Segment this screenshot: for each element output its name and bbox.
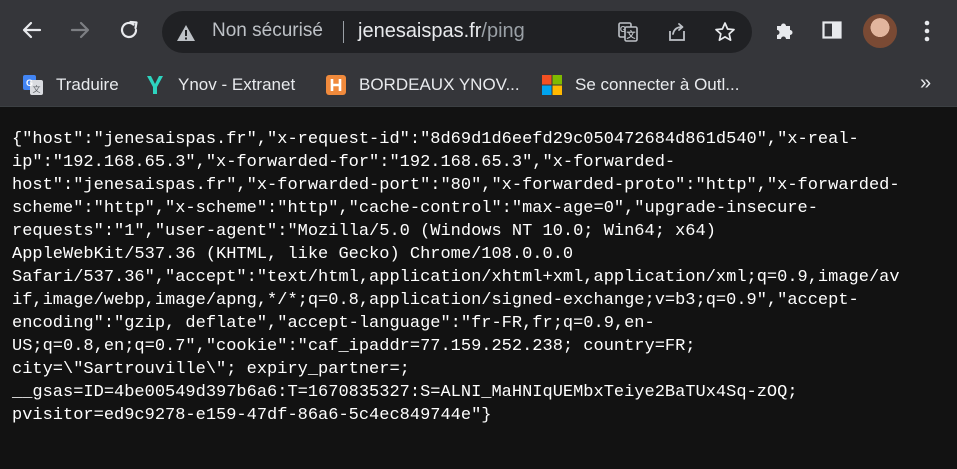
response-line: scheme":"http","x-scheme":"http","cache-…: [12, 199, 818, 218]
bookmark-label: Ynov - Extranet: [178, 75, 296, 94]
url-host: jenesaispas.fr: [358, 20, 482, 42]
bookmark-traduire[interactable]: G 文 Traduire: [22, 71, 119, 99]
forward-button[interactable]: [62, 12, 98, 48]
response-line: pvisitor=ed9c9278-e159-47df-86a6-5c4ec84…: [12, 406, 492, 425]
address-bar[interactable]: Non sécurisé jenesaispas.fr/ping 文 G: [162, 11, 752, 53]
profile-avatar[interactable]: [863, 14, 897, 48]
bookmark-outlook[interactable]: Se connecter à Outl...: [541, 71, 739, 99]
forward-arrow-icon: [70, 21, 90, 39]
share-icon[interactable]: [666, 21, 688, 43]
bookmark-label: Se connecter à Outl...: [575, 75, 740, 94]
bookmark-ynov-extranet[interactable]: Ynov - Extranet: [144, 71, 295, 99]
response-line: Safari/537.36","accept":"text/html,appli…: [12, 268, 900, 287]
response-line: encoding":"gzip, deflate","accept-langua…: [12, 314, 655, 333]
bookmark-star-icon[interactable]: [714, 21, 736, 43]
back-arrow-icon: [22, 21, 42, 39]
response-line: AppleWebKit/537.36 (KHTML, like Gecko) C…: [12, 245, 574, 264]
bookmark-label: Traduire: [56, 75, 119, 94]
response-line: ip":"192.168.65.3","x-forwarded-for":"19…: [12, 153, 676, 172]
response-body: {"host":"jenesaispas.fr","x-request-id":…: [12, 128, 947, 427]
bookmark-bordeaux-ynov[interactable]: BORDEAUX YNOV...: [325, 71, 520, 99]
svg-text:文: 文: [33, 84, 41, 94]
svg-text:G: G: [620, 25, 626, 34]
response-line: __gsas=ID=4be00549d397b6a6:T=1670835327:…: [12, 383, 798, 402]
back-button[interactable]: [14, 12, 50, 48]
address-separator: [343, 21, 344, 43]
response-line: city=\"Sartrouville\"; expiry_partner=;: [12, 360, 410, 379]
side-panel-icon[interactable]: [821, 19, 843, 41]
reload-icon: [120, 20, 138, 39]
response-line: host":"jenesaispas.fr","x-forwarded-port…: [12, 176, 900, 195]
browser-toolbar: Non sécurisé jenesaispas.fr/ping 文 G: [0, 0, 957, 63]
microsoft-icon: [541, 74, 563, 96]
ynov-icon: [144, 74, 166, 96]
bookmarks-overflow-button[interactable]: »: [920, 72, 931, 95]
reload-button[interactable]: [111, 12, 147, 48]
warning-icon[interactable]: [176, 23, 196, 43]
bookmark-label: BORDEAUX YNOV...: [359, 75, 520, 94]
security-status-label[interactable]: Non sécurisé: [212, 20, 323, 42]
extensions-puzzle-icon[interactable]: [774, 19, 796, 41]
translate-page-icon[interactable]: 文 G: [617, 21, 639, 43]
response-line: if,image/webp,image/apng,*/*;q=0.8,appli…: [12, 291, 859, 310]
url-text[interactable]: jenesaispas.fr/ping: [358, 20, 525, 43]
google-translate-icon: G 文: [22, 74, 44, 96]
response-line: {"host":"jenesaispas.fr","x-request-id":…: [12, 130, 859, 149]
hyperplanning-icon: [325, 74, 347, 96]
response-line: requests":"1","user-agent":"Mozilla/5.0 …: [12, 222, 716, 241]
more-menu-icon[interactable]: [917, 18, 937, 44]
url-path: /ping: [481, 20, 525, 42]
response-line: US;q=0.8,en;q=0.7","cookie":"caf_ipaddr=…: [12, 337, 696, 356]
bookmarks-bar: G 文 Traduire Ynov - Extranet BORDEAUX YN…: [0, 63, 957, 107]
svg-text:文: 文: [625, 29, 636, 40]
